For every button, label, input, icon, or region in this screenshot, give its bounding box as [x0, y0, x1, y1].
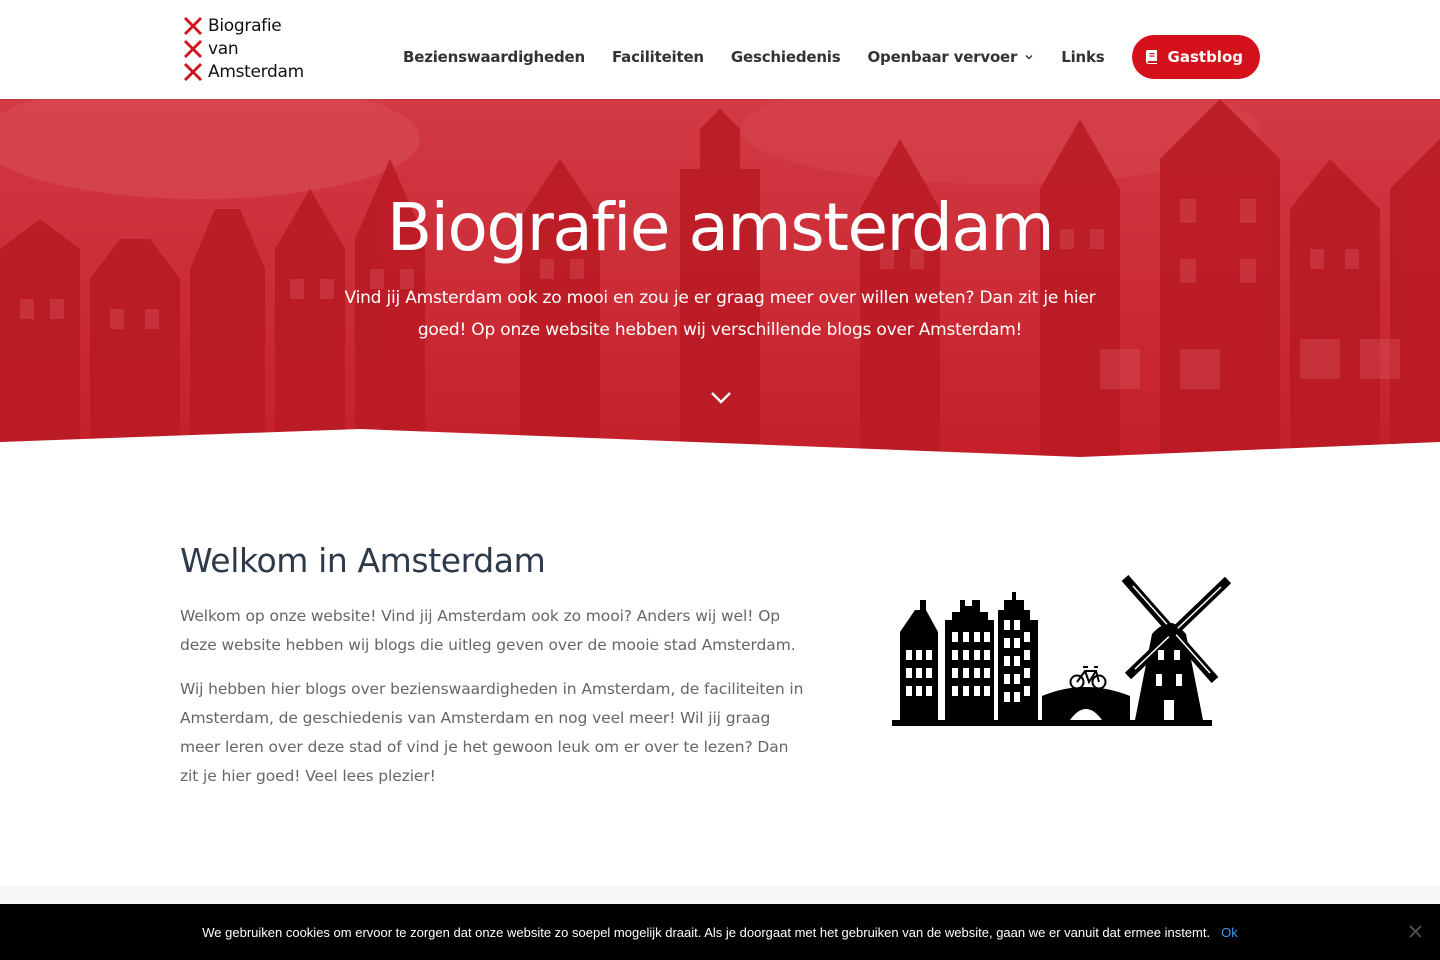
hero-subtitle: Vind jij Amsterdam ook zo mooi en zou je… — [344, 288, 1096, 340]
welcome-paragraph-2: Wij hebben hier blogs over bezienswaardi… — [180, 680, 804, 785]
close-icon[interactable] — [1409, 925, 1422, 938]
nav-item-openbaar-vervoer[interactable]: Openbaar vervoer — [867, 48, 1034, 66]
cookie-text: We gebruiken cookies om ervoor te zorgen… — [202, 924, 1211, 940]
logo-row-3: Amsterdam — [183, 60, 313, 83]
nav-item-geschiedenis[interactable]: Geschiedenis — [731, 48, 841, 66]
nav-item-label: Openbaar vervoer — [867, 48, 1018, 66]
logo-row-1: Biografie — [183, 14, 313, 37]
book-icon — [1145, 50, 1157, 64]
nav-item-label: Links — [1061, 48, 1105, 66]
logo-x-icon — [184, 62, 202, 81]
chevron-down-icon — [1025, 55, 1033, 60]
logo-x-icon — [184, 39, 202, 58]
site-logo[interactable]: Biografie van Amsterdam — [183, 14, 313, 84]
next-section-strip — [0, 886, 1440, 904]
amsterdam-skyline-illustration — [892, 575, 1232, 726]
chevron-down-icon[interactable] — [709, 388, 733, 408]
welcome-paragraph-1: Welkom op onze website! Vind jij Amsterd… — [180, 607, 796, 654]
nav-item-label: Bezienswaardigheden — [402, 48, 585, 66]
nav-item-label: Geschiedenis — [730, 48, 841, 66]
logo-text-line-3: Amsterdam — [208, 61, 304, 82]
site-header: Biografie van Amsterdam Bezienswaardighe… — [0, 0, 1440, 99]
logo-row-2: van — [183, 37, 313, 60]
gastblog-button[interactable]: Gastblog — [1131, 35, 1260, 79]
nav-item-faciliteiten[interactable]: Faciliteiten — [612, 48, 704, 66]
nav-item-label: Faciliteiten — [612, 48, 704, 66]
nav-item-bezienswaardigheden[interactable]: Bezienswaardigheden — [403, 48, 585, 66]
cookie-ok-button[interactable]: Ok — [1221, 925, 1238, 940]
hero-section: Biografie amsterdam Vind jij Amsterdam o… — [0, 99, 1440, 459]
welcome-title: Welkom in Amsterdam — [180, 541, 546, 580]
logo-text-line-2: van — [208, 38, 239, 59]
gastblog-label: Gastblog — [1167, 48, 1243, 66]
cookie-notice: We gebruiken cookies om ervoor te zorgen… — [0, 904, 1440, 960]
logo-text-line-1: Biografie — [208, 15, 282, 36]
main-nav: Bezienswaardigheden Faciliteiten Geschie… — [403, 35, 1260, 79]
nav-item-links[interactable]: Links — [1061, 48, 1104, 66]
logo-x-icon — [184, 16, 202, 35]
hero-title: Biografie amsterdam — [386, 189, 1055, 266]
